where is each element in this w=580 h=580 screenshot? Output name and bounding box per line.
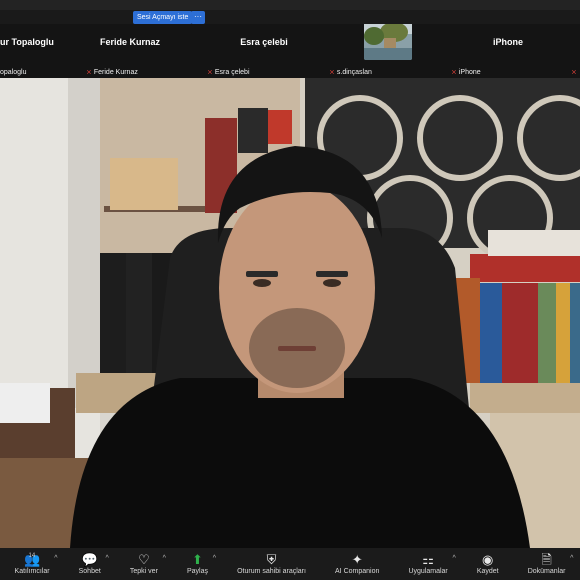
main-video: [0, 78, 580, 548]
toolbar-label: Dokümanlar: [527, 568, 566, 575]
mic-muted-icon: ⨯: [571, 69, 577, 76]
toolbar-label: Uygulamalar: [408, 568, 448, 575]
toolbar-label: Katılımcılar: [14, 568, 50, 575]
participant-tile[interactable]: Esra çelebi ⨯ Esra çelebi: [203, 24, 325, 78]
participant-label: ⨯ iPhone: [451, 69, 481, 76]
participant-name: iPhone: [492, 37, 523, 47]
chevron-up-icon[interactable]: ^: [570, 555, 573, 562]
toolbar-label: Paylaş: [186, 568, 208, 575]
participant-label: opaloglu: [0, 69, 27, 76]
more-options-button[interactable]: ···: [191, 11, 205, 24]
apps-icon: ⚏: [422, 552, 434, 567]
participant-name: Feride Kurnaz: [99, 37, 160, 47]
participant-video-thumbnail: [364, 24, 412, 60]
toolbar-label: Oturum sahibi araçları: [237, 568, 306, 575]
meeting-toolbar: 👥 14 Katılımcılar ^ 💬 Sohbet ^ ♡ Tepki v…: [0, 548, 580, 580]
top-bar: [0, 0, 580, 10]
docs-button[interactable]: 🗎 Dokümanlar ^: [527, 552, 574, 576]
chevron-up-icon[interactable]: ^: [213, 555, 216, 562]
participant-tile[interactable]: ⨯: [569, 24, 580, 78]
chevron-up-icon[interactable]: ^: [106, 555, 109, 562]
participant-label: ⨯: [571, 68, 579, 76]
chevron-up-icon[interactable]: ^: [54, 555, 57, 562]
shield-icon: ⛨: [266, 552, 277, 567]
mic-muted-icon: ⨯: [86, 69, 92, 76]
ai-companion-button[interactable]: ✦ AI Companion: [335, 552, 380, 576]
participant-name: Esra çelebi: [240, 37, 288, 47]
toolbar-label: Kaydet: [476, 568, 499, 575]
share-icon: ⬆: [192, 552, 203, 567]
share-button[interactable]: ⬆ Paylaş ^: [186, 552, 216, 576]
toolbar-label: Sohbet: [78, 568, 101, 575]
chat-button[interactable]: 💬 Sohbet ^: [78, 552, 109, 576]
mic-muted-icon: ⨯: [451, 69, 457, 76]
participants-button[interactable]: 👥 14 Katılımcılar ^: [14, 553, 58, 576]
react-button[interactable]: ♡ Tepki ver ^: [129, 552, 166, 576]
participant-tile[interactable]: ⨯ s.dinçaslan: [325, 24, 447, 78]
host-tools-button[interactable]: ⛨ Oturum sahibi araçları: [237, 552, 306, 576]
request-unmute-button[interactable]: Sesi Açmayı iste: [133, 11, 193, 24]
participant-label: ⨯ Esra çelebi: [207, 69, 250, 76]
apps-button[interactable]: ⚏ Uygulamalar ^: [408, 552, 455, 576]
mic-muted-icon: ⨯: [329, 69, 335, 76]
chevron-up-icon[interactable]: ^: [163, 555, 166, 562]
participants-count: 14: [28, 553, 36, 559]
participant-tile[interactable]: Feride Kurnaz ⨯ Feride Kurnaz: [82, 24, 178, 78]
mic-muted-icon: ⨯: [207, 69, 213, 76]
heart-icon: ♡: [138, 552, 150, 567]
record-icon: ◉: [482, 552, 494, 567]
docs-icon: 🗎: [541, 552, 552, 567]
participant-label: ⨯ Feride Kurnaz: [86, 69, 138, 76]
toolbar-label: AI Companion: [335, 568, 380, 575]
chevron-up-icon[interactable]: ^: [452, 555, 455, 562]
participant-label: ⨯ s.dinçaslan: [329, 69, 372, 76]
record-button[interactable]: ◉ Kaydet: [476, 552, 499, 576]
participant-tile[interactable]: iPhone ⨯ iPhone: [447, 24, 569, 78]
participant-strip: ur Topaloglu opaloglu Feride Kurnaz ⨯ Fer…: [0, 24, 580, 78]
toolbar-label: Tepki ver: [129, 568, 158, 575]
sparkle-icon: ✦: [351, 552, 363, 567]
chat-icon: 💬: [81, 552, 98, 567]
